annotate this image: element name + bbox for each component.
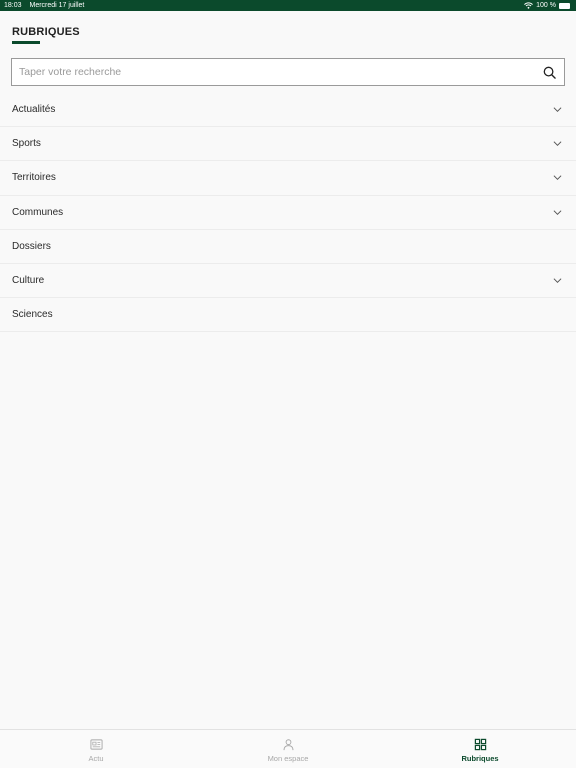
user-icon xyxy=(283,739,293,751)
battery-percentage: 100 % xyxy=(536,2,556,9)
menu-item-communes[interactable]: Communes xyxy=(0,196,576,230)
newspaper-icon xyxy=(89,739,103,750)
search-box xyxy=(11,58,565,86)
wifi-icon xyxy=(524,2,534,9)
tab-actu[interactable]: Actu xyxy=(0,730,192,768)
status-date: Mercredi 17 juillet xyxy=(29,2,85,9)
menu-item-label: Sports xyxy=(12,138,41,150)
menu-item-actualites[interactable]: Actualités xyxy=(0,93,576,128)
bottom-tab-bar: Actu Mon espace Rubriques xyxy=(0,729,576,768)
chevron-down-icon[interactable] xyxy=(553,139,562,148)
tab-rubriques[interactable]: Rubriques xyxy=(384,730,576,768)
status-bar-left: 18:03 Mercredi 17 juillet xyxy=(4,0,90,11)
tab-label: Rubriques xyxy=(461,754,499,763)
menu-item-dossiers[interactable]: Dossiers xyxy=(0,230,576,264)
chevron-down-icon[interactable] xyxy=(553,173,562,182)
grid-icon xyxy=(474,738,486,751)
battery-icon xyxy=(559,2,570,9)
chevron-down-icon[interactable] xyxy=(553,208,562,217)
chevron-down-icon[interactable] xyxy=(553,276,562,285)
menu-item-label: Communes xyxy=(12,206,64,218)
page-title: RUBRIQUES xyxy=(12,26,80,38)
menu-item-sciences[interactable]: Sciences xyxy=(0,298,576,333)
rubriques-menu: Actualités Sports Territoires Communes D… xyxy=(0,93,576,333)
tab-mon-espace[interactable]: Mon espace xyxy=(192,730,384,768)
tab-label: Actu xyxy=(88,754,104,763)
menu-item-label: Dossiers xyxy=(12,240,51,252)
menu-item-label: Territoires xyxy=(12,172,56,184)
menu-item-label: Actualités xyxy=(12,104,56,116)
search-icon[interactable] xyxy=(543,66,556,79)
menu-item-label: Sciences xyxy=(12,309,53,321)
tab-label: Mon espace xyxy=(267,754,309,763)
chevron-down-icon[interactable] xyxy=(553,105,562,114)
status-bar-right: 100 % xyxy=(524,0,570,11)
menu-item-label: Culture xyxy=(12,275,45,287)
search-input[interactable] xyxy=(19,59,529,85)
status-time: 18:03 xyxy=(4,2,22,9)
title-underline xyxy=(12,41,40,44)
page-header: RUBRIQUES xyxy=(12,26,80,44)
menu-item-culture[interactable]: Culture xyxy=(0,264,576,299)
menu-item-sports[interactable]: Sports xyxy=(0,127,576,162)
status-bar: 18:03 Mercredi 17 juillet 100 % xyxy=(0,0,576,11)
menu-item-territoires[interactable]: Territoires xyxy=(0,161,576,196)
